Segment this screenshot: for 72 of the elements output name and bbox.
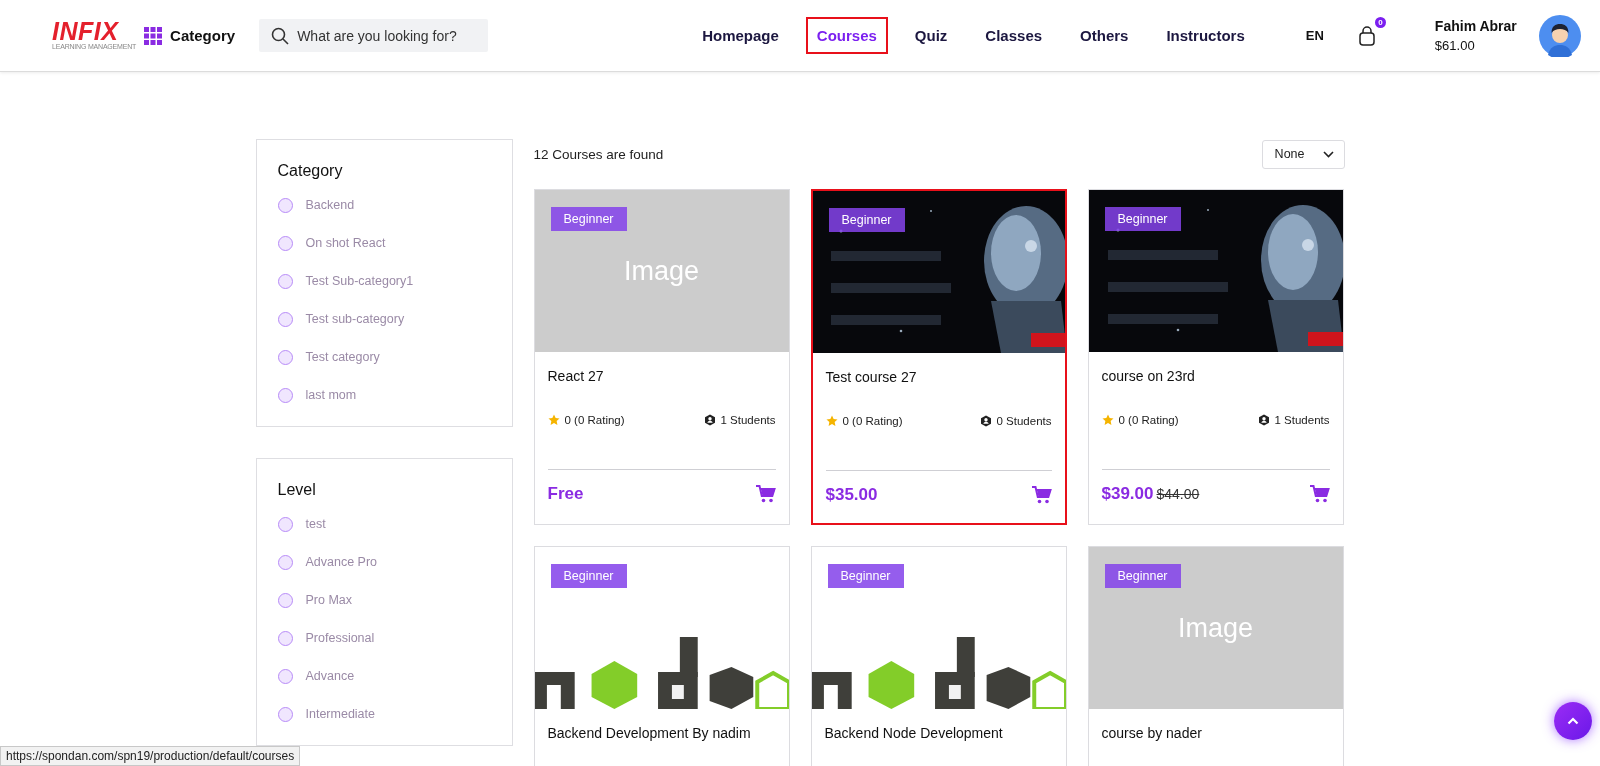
radio-button[interactable] xyxy=(277,706,293,722)
nav-link[interactable]: Others xyxy=(1069,17,1140,54)
shopping-bag-icon[interactable] xyxy=(1357,25,1376,46)
students-count: 0 Students xyxy=(996,415,1052,427)
price: $35.00 xyxy=(825,485,878,505)
radio-button[interactable] xyxy=(277,197,293,213)
students-count: 1 Students xyxy=(1274,414,1330,426)
level-badge: Beginner xyxy=(827,564,904,588)
course-title[interactable]: React 27 xyxy=(547,368,776,390)
results-count: 12 Courses are found xyxy=(533,146,664,162)
star-icon xyxy=(1101,414,1114,426)
nav-link[interactable]: Courses xyxy=(805,17,888,54)
chevron-up-icon xyxy=(1567,717,1579,725)
level-badge: Beginner xyxy=(550,207,627,231)
radio-button[interactable] xyxy=(277,387,293,403)
radio-button[interactable] xyxy=(277,630,293,646)
rating-text: 0 (0 Rating) xyxy=(1118,414,1179,426)
avatar-icon[interactable] xyxy=(1538,14,1581,57)
nav-link[interactable]: Homepage xyxy=(691,17,790,54)
logo-wordmark: INFIX xyxy=(52,20,119,42)
scroll-to-top-button[interactable] xyxy=(1554,702,1592,740)
radio-button[interactable] xyxy=(277,554,293,570)
price: Free xyxy=(547,484,584,504)
status-url: https://spondan.com/spn19/production/default/courses xyxy=(0,746,301,766)
cart-icon[interactable] xyxy=(755,485,776,503)
star-icon xyxy=(825,415,838,427)
rating-text: 0 (0 Rating) xyxy=(564,414,625,426)
user-icon xyxy=(979,415,992,427)
language-label[interactable]: EN xyxy=(1305,28,1324,43)
level-badge: Beginner xyxy=(550,564,627,588)
search-icon xyxy=(271,27,290,45)
price: $39.00 xyxy=(1101,484,1154,504)
radio-button[interactable] xyxy=(277,668,293,684)
grid-icon xyxy=(144,26,163,45)
user-icon xyxy=(1257,414,1270,426)
radio-button[interactable] xyxy=(277,311,293,327)
course-title[interactable]: Test course 27 xyxy=(825,369,1052,391)
filter-title: Category xyxy=(277,162,344,180)
radio-button[interactable] xyxy=(277,235,293,251)
category-button[interactable]: Category xyxy=(144,26,236,45)
user-icon xyxy=(703,414,716,426)
nav-link[interactable]: Quiz xyxy=(903,17,959,54)
chevron-down-icon xyxy=(1322,150,1334,158)
course-card[interactable]: Beginner Backend Development By nadim xyxy=(533,546,790,766)
course-title[interactable]: Backend Node Development xyxy=(824,725,1053,747)
sort-dropdown[interactable]: None xyxy=(1261,139,1345,169)
search-field[interactable]: What are you looking for? xyxy=(259,19,489,52)
nav-link[interactable]: Classes xyxy=(974,17,1054,54)
radio-button[interactable] xyxy=(277,592,293,608)
level-badge: Beginner xyxy=(1104,564,1181,588)
course-card[interactable]: Beginner course on 23rd 0 (0 Rating) 1 Students $39.00 $44.00 xyxy=(1087,189,1344,525)
user-name: Fahim Abrar xyxy=(1434,18,1517,34)
course-title[interactable]: course by nader xyxy=(1101,725,1330,747)
cart-icon[interactable] xyxy=(1031,486,1052,504)
course-title[interactable]: Backend Development By nadim xyxy=(547,725,776,747)
rating-text: 0 (0 Rating) xyxy=(842,415,903,427)
level-badge: Beginner xyxy=(828,208,905,232)
nav-link[interactable]: Instructors xyxy=(1155,17,1256,54)
level-badge: Beginner xyxy=(1104,207,1181,231)
filter-title: Level xyxy=(277,481,317,499)
students-count: 1 Students xyxy=(720,414,776,426)
user-balance: $61.00 xyxy=(1434,38,1476,53)
radio-button[interactable] xyxy=(277,273,293,289)
course-card[interactable]: Beginner Test course 27 0 (0 Rating) 0 Students $35.00 xyxy=(810,189,1067,525)
course-title[interactable]: course on 23rd xyxy=(1101,368,1330,390)
radio-button[interactable] xyxy=(277,349,293,365)
old-price: $44.00 xyxy=(1156,486,1200,502)
radio-button[interactable] xyxy=(277,516,293,532)
cart-count-badge: 0 xyxy=(1374,16,1386,28)
star-icon xyxy=(547,414,560,426)
cart-icon[interactable] xyxy=(1309,485,1330,503)
course-card[interactable]: Beginner Backend Node Development xyxy=(810,546,1067,766)
